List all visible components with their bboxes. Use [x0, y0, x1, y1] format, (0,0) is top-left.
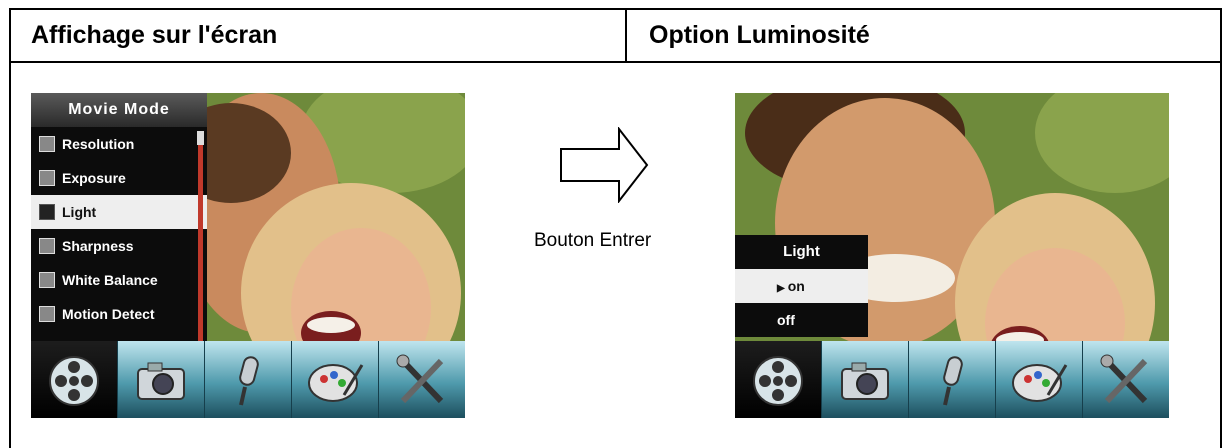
movie-reel-icon [49, 355, 99, 406]
right-camera-screen: Light ▶ on off [735, 93, 1169, 418]
tab-movie[interactable] [735, 341, 821, 418]
menu-item-label: Sharpness [62, 238, 134, 254]
menu-scroll-thumb[interactable] [197, 131, 204, 145]
tab-setup[interactable] [1082, 341, 1169, 418]
camera-icon [137, 362, 185, 400]
exposure-icon [39, 170, 55, 186]
tab-setup[interactable] [378, 341, 465, 418]
menu-title: Movie Mode [31, 93, 207, 127]
header-left-title: Affichage sur l'écran [31, 21, 278, 49]
tools-icon [396, 354, 444, 403]
light-icon [39, 204, 55, 220]
option-off[interactable]: off [735, 303, 868, 337]
table-header: Affichage sur l'écran Option Luminosité [11, 10, 1220, 63]
menu-item-sharpness[interactable]: Sharpness [31, 229, 207, 263]
menu-scrollbar[interactable] [198, 133, 203, 343]
palette-icon [308, 363, 364, 402]
movie-mode-menu: Movie Mode Resolution Exposure Light Sha… [31, 93, 207, 346]
menu-item-white-balance[interactable]: White Balance [31, 263, 207, 297]
motion-detect-icon [39, 306, 55, 322]
mode-tab-bar [735, 341, 1169, 418]
left-camera-screen: Movie Mode Resolution Exposure Light Sha… [31, 93, 465, 418]
camera-icon [841, 362, 889, 400]
option-label: off [777, 312, 795, 328]
menu-item-label: Motion Detect [62, 306, 155, 322]
enter-button-caption: Bouton Entrer [534, 230, 652, 251]
palette-icon [1012, 363, 1068, 402]
tab-audio[interactable] [908, 341, 995, 418]
tab-camera[interactable] [821, 341, 908, 418]
mode-tab-bar [31, 341, 465, 418]
tab-camera[interactable] [117, 341, 204, 418]
white-balance-icon [39, 272, 55, 288]
sharpness-icon [39, 238, 55, 254]
tab-effects[interactable] [995, 341, 1082, 418]
menu-item-label: White Balance [62, 272, 158, 288]
option-on[interactable]: ▶ on [735, 269, 868, 303]
movie-reel-icon [753, 355, 803, 406]
menu-item-label: Resolution [62, 136, 135, 152]
microphone-icon [239, 355, 259, 405]
menu-item-exposure[interactable]: Exposure [31, 161, 207, 195]
right-arrow-icon [560, 127, 649, 203]
tab-effects[interactable] [291, 341, 378, 418]
header-right-title: Option Luminosité [649, 21, 870, 49]
option-label: on [787, 278, 805, 294]
resolution-icon [39, 136, 55, 152]
menu-item-motion-detect[interactable]: Motion Detect [31, 297, 207, 331]
tools-icon [1100, 354, 1148, 403]
tab-movie[interactable] [31, 341, 117, 418]
menu-item-label: Light [62, 204, 97, 220]
submenu-title: Light [783, 243, 820, 260]
microphone-icon [943, 355, 963, 405]
header-divider [625, 10, 627, 61]
light-submenu: Light ▶ on off [735, 235, 868, 337]
tab-audio[interactable] [204, 341, 291, 418]
selection-triangle-icon: ▶ [777, 283, 785, 294]
menu-item-label: Exposure [62, 170, 126, 186]
menu-item-resolution[interactable]: Resolution [31, 127, 207, 161]
menu-item-light[interactable]: Light [31, 195, 207, 229]
